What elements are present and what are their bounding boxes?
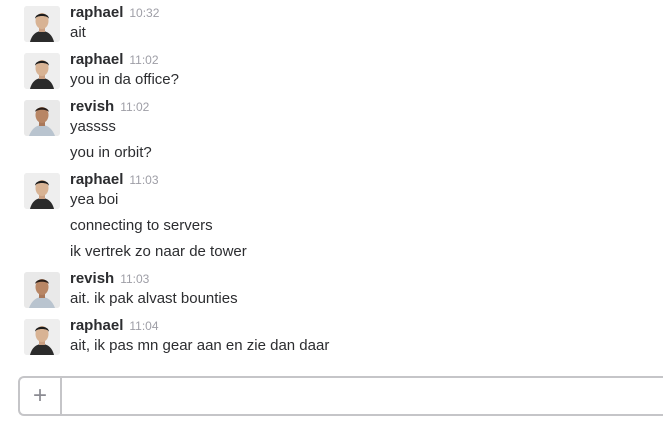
message-text: ait. ik pak alvast bounties — [70, 290, 238, 307]
sender-name[interactable]: raphael — [70, 4, 123, 21]
sender-name[interactable]: raphael — [70, 171, 123, 188]
sender-name[interactable]: raphael — [70, 317, 123, 334]
message-text: ik vertrek zo naar de tower — [70, 243, 247, 260]
message-header: raphael 11:04 — [70, 317, 159, 335]
person-avatar-raphael-icon — [24, 319, 60, 355]
sender-name[interactable]: revish — [70, 270, 114, 287]
message-text: connecting to servers — [70, 217, 213, 234]
person-avatar-raphael-icon — [24, 173, 60, 209]
timestamp[interactable]: 11:03 — [120, 272, 149, 286]
message-header: raphael 10:32 — [70, 4, 159, 22]
avatar[interactable] — [24, 319, 60, 355]
message-header: revish 11:03 — [70, 270, 149, 288]
timestamp[interactable]: 11:02 — [129, 53, 158, 67]
person-avatar-revish-icon — [24, 100, 60, 136]
avatar[interactable] — [24, 53, 60, 89]
message-composer: + — [18, 376, 663, 416]
sender-name[interactable]: raphael — [70, 51, 123, 68]
timestamp[interactable]: 11:03 — [129, 173, 158, 187]
timestamp[interactable]: 11:04 — [129, 319, 158, 333]
message-text: you in orbit? — [70, 144, 152, 161]
message-header: raphael 11:02 — [70, 51, 159, 69]
person-avatar-raphael-icon — [24, 6, 60, 42]
message-header: revish 11:02 — [70, 98, 149, 116]
message-header: raphael 11:03 — [70, 171, 159, 189]
message-text: you in da office? — [70, 71, 179, 88]
message-text: yea boi — [70, 191, 119, 208]
timestamp[interactable]: 10:32 — [129, 6, 159, 20]
plus-icon[interactable]: + — [20, 378, 62, 414]
timestamp[interactable]: 11:02 — [120, 100, 149, 114]
avatar[interactable] — [24, 173, 60, 209]
message-input[interactable] — [64, 378, 663, 414]
sender-name[interactable]: revish — [70, 98, 114, 115]
avatar[interactable] — [24, 6, 60, 42]
person-avatar-revish-icon — [24, 272, 60, 308]
message-text: yassss — [70, 118, 116, 135]
person-avatar-raphael-icon — [24, 53, 60, 89]
avatar[interactable] — [24, 100, 60, 136]
message-list: raphael 10:32 ait raphael 11:02 you in da … — [0, 0, 663, 370]
avatar[interactable] — [24, 272, 60, 308]
message-text: ait — [70, 24, 86, 41]
message-text: ait, ik pas mn gear aan en zie dan daar — [70, 337, 330, 354]
